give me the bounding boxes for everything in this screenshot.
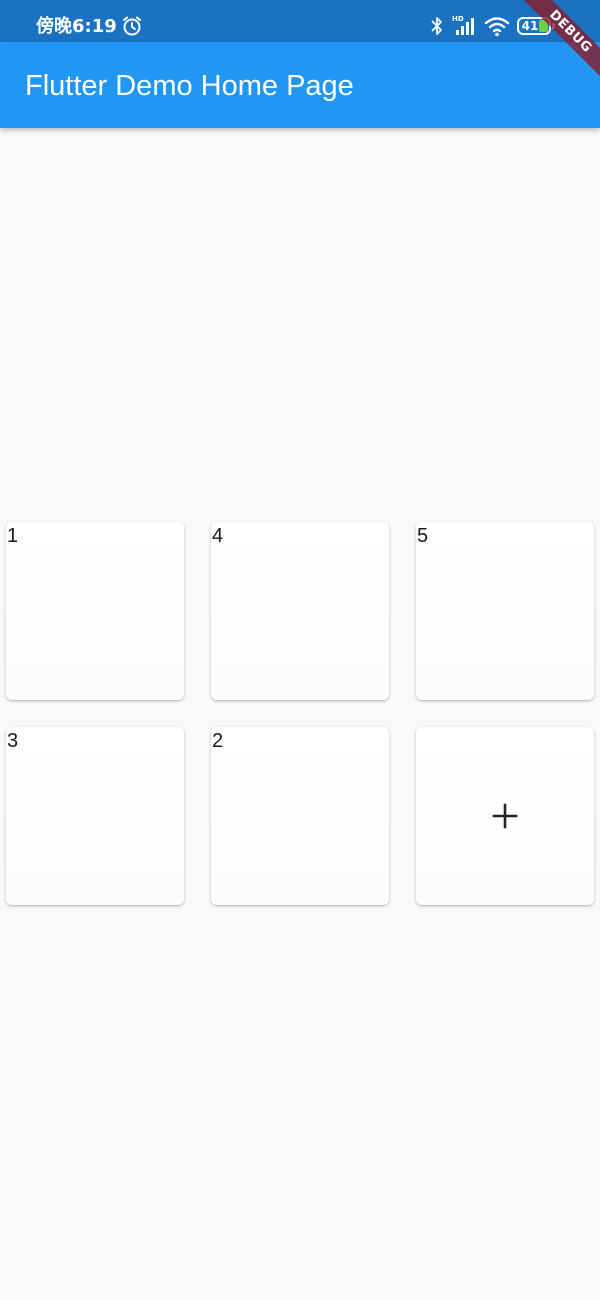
grid-card[interactable]: 2 (211, 727, 389, 905)
bluetooth-icon (431, 17, 442, 35)
hd-signal-icon: HD (452, 15, 474, 35)
grid-card[interactable]: 5 (416, 522, 594, 700)
card-label: 2 (212, 730, 224, 752)
add-icon (492, 803, 518, 829)
status-bar: 傍晚6:19 HD 41 (0, 0, 600, 42)
battery-level: 41 (521, 19, 539, 33)
wifi-icon (484, 17, 510, 37)
status-time: 傍晚6:19 (36, 16, 117, 37)
card-label: 4 (212, 525, 224, 547)
card-label: 1 (7, 525, 19, 547)
grid-card[interactable]: 3 (6, 727, 184, 905)
card-label: 5 (417, 525, 429, 547)
grid-card[interactable]: 4 (211, 522, 389, 700)
svg-text:HD: HD (452, 15, 464, 23)
card-label: 3 (7, 730, 19, 752)
app-bar: Flutter Demo Home Page (0, 42, 600, 128)
page-title: Flutter Demo Home Page (25, 70, 354, 102)
grid-card[interactable]: 1 (6, 522, 184, 700)
alarm-icon (123, 16, 141, 36)
add-card-button[interactable] (416, 727, 594, 905)
